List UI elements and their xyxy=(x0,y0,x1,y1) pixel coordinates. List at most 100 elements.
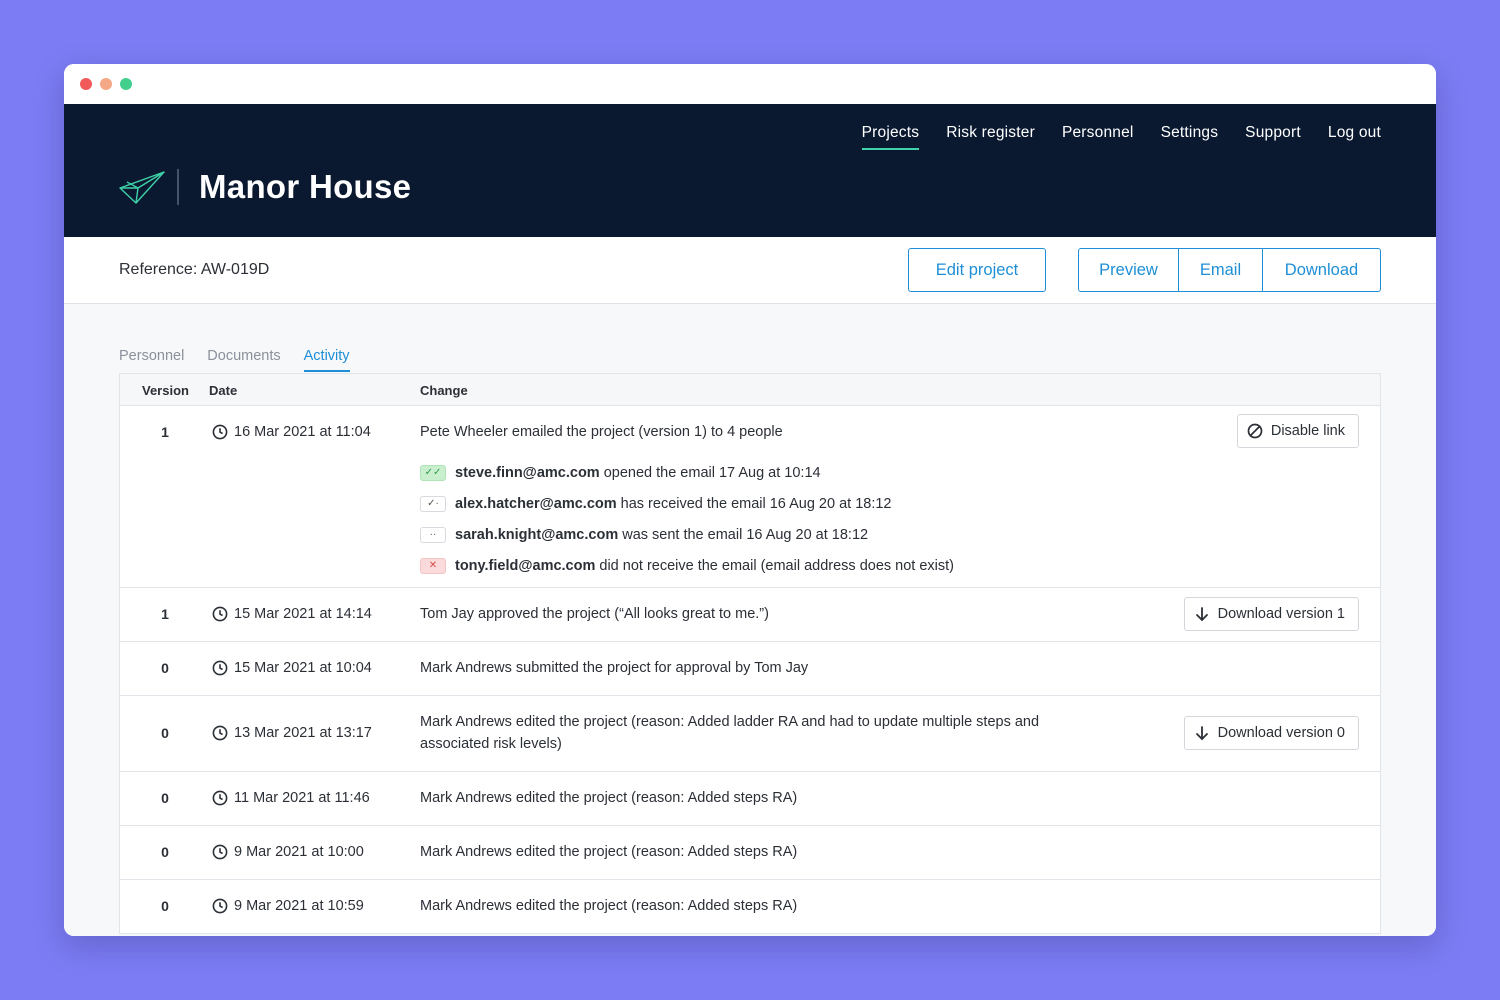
arrow-down-icon xyxy=(1195,607,1208,621)
disable-link-label: Disable link xyxy=(1270,423,1345,439)
download-button[interactable]: Download xyxy=(1263,249,1380,291)
version-cell: 0 xyxy=(161,898,169,914)
recipient-row: ✓✓ steve.finn@amc.com opened the email 1… xyxy=(420,457,954,488)
date-cell: 11 Mar 2021 at 11:46 xyxy=(212,790,370,806)
tab-documents[interactable]: Documents xyxy=(207,348,280,372)
project-toolbar: Reference: AW-019D Edit project Preview … xyxy=(64,237,1436,304)
brand-divider xyxy=(177,169,179,205)
version-cell: 0 xyxy=(161,725,169,741)
window-titlebar xyxy=(64,64,1436,104)
project-title: Manor House xyxy=(199,168,412,205)
clock-icon xyxy=(212,844,228,860)
recipient-email: tony.field@amc.com xyxy=(455,557,596,574)
project-reference: Reference: AW-019D xyxy=(119,261,270,278)
clock-icon xyxy=(212,725,228,741)
column-header-date: Date xyxy=(209,383,238,398)
change-cell: Pete Wheeler emailed the project (versio… xyxy=(420,424,783,440)
table-row: 1 15 Mar 2021 at 14:14 Tom Jay approved … xyxy=(120,588,1380,642)
table-row: 0 13 Mar 2021 at 13:17 Mark Andrews edit… xyxy=(120,696,1380,772)
change-cell: Mark Andrews edited the project (reason:… xyxy=(420,898,798,914)
change-cell: Mark Andrews edited the project (reason:… xyxy=(420,714,1040,752)
clock-icon xyxy=(212,660,228,676)
recipient-email: steve.finn@amc.com xyxy=(455,464,600,481)
table-row: 1 16 Mar 2021 at 11:04 Pete Wheeler emai… xyxy=(120,406,1380,588)
app-window: Projects Risk register Personnel Setting… xyxy=(64,64,1436,936)
version-cell: 0 xyxy=(161,844,169,860)
export-button-group: Preview Email Download xyxy=(1078,248,1381,292)
date-text: 15 Mar 2021 at 14:14 xyxy=(234,606,372,622)
disable-link-button[interactable]: Disable link xyxy=(1236,414,1359,448)
clock-icon xyxy=(212,898,228,914)
main-content: Personnel Documents Activity Version Dat… xyxy=(64,304,1436,936)
arrow-down-icon xyxy=(1195,726,1208,740)
download-version-0-button[interactable]: Download version 0 xyxy=(1183,716,1359,750)
table-row: 0 11 Mar 2021 at 11:46 Mark Andrews edit… xyxy=(120,772,1380,826)
double-check-icon: ✓✓ xyxy=(420,464,446,481)
recipient-status-text: opened the email 17 Aug at 10:14 xyxy=(603,464,821,481)
main-nav: Projects Risk register Personnel Setting… xyxy=(861,124,1381,150)
clock-icon xyxy=(212,424,228,440)
download-version-1-label: Download version 1 xyxy=(1217,606,1345,622)
nav-settings[interactable]: Settings xyxy=(1161,124,1219,150)
recipient-status-text: has received the email 16 Aug 20 at 18:1… xyxy=(620,495,892,512)
email-button[interactable]: Email xyxy=(1179,249,1263,291)
date-cell: 15 Mar 2021 at 10:04 xyxy=(212,660,372,676)
date-text: 13 Mar 2021 at 13:17 xyxy=(234,725,372,741)
table-row: 0 9 Mar 2021 at 10:59 Mark Andrews edite… xyxy=(120,880,1380,934)
email-recipients: ✓✓ steve.finn@amc.com opened the email 1… xyxy=(420,457,954,581)
recipient-email: alex.hatcher@amc.com xyxy=(455,495,617,512)
date-text: 9 Mar 2021 at 10:00 xyxy=(234,844,364,860)
column-header-change: Change xyxy=(420,383,468,398)
date-text: 9 Mar 2021 at 10:59 xyxy=(234,898,364,914)
close-window-icon[interactable] xyxy=(80,78,92,90)
change-cell: Tom Jay approved the project (“All looks… xyxy=(420,606,769,622)
nav-projects[interactable]: Projects xyxy=(861,124,920,150)
nav-support[interactable]: Support xyxy=(1245,124,1301,150)
download-version-1-button[interactable]: Download version 1 xyxy=(1183,597,1359,631)
tab-activity[interactable]: Activity xyxy=(303,348,350,372)
date-cell: 9 Mar 2021 at 10:00 xyxy=(212,844,364,860)
maximize-window-icon[interactable] xyxy=(120,78,132,90)
paper-plane-icon[interactable] xyxy=(119,169,165,205)
date-text: 11 Mar 2021 at 11:46 xyxy=(234,790,370,806)
version-cell: 1 xyxy=(161,424,169,440)
edit-project-button[interactable]: Edit project xyxy=(908,248,1046,292)
project-tabs: Personnel Documents Activity xyxy=(119,348,350,372)
nav-risk-register[interactable]: Risk register xyxy=(946,124,1035,150)
date-cell: 15 Mar 2021 at 14:14 xyxy=(212,606,372,622)
brand: Manor House xyxy=(119,168,411,206)
activity-table: Version Date Change 1 16 Mar 2021 at 11:… xyxy=(119,373,1381,934)
two-dots-icon: ·· xyxy=(420,526,446,543)
app-header: Projects Risk register Personnel Setting… xyxy=(64,104,1436,237)
recipient-email: sarah.knight@amc.com xyxy=(455,526,619,543)
change-cell: Mark Andrews edited the project (reason:… xyxy=(420,790,798,806)
date-cell: 9 Mar 2021 at 10:59 xyxy=(212,898,364,914)
recipient-row: ✓· alex.hatcher@amc.com has received the… xyxy=(420,488,954,519)
date-text: 16 Mar 2021 at 11:04 xyxy=(234,424,371,440)
recipient-status-text: was sent the email 16 Aug 20 at 18:12 xyxy=(622,526,869,543)
version-cell: 1 xyxy=(161,606,169,622)
table-row: 0 15 Mar 2021 at 10:04 Mark Andrews subm… xyxy=(120,642,1380,696)
date-text: 15 Mar 2021 at 10:04 xyxy=(234,660,372,676)
clock-icon xyxy=(212,790,228,806)
table-header: Version Date Change xyxy=(120,374,1380,406)
preview-button[interactable]: Preview xyxy=(1079,249,1179,291)
nav-personnel[interactable]: Personnel xyxy=(1062,124,1134,150)
download-version-0-label: Download version 0 xyxy=(1217,725,1345,741)
version-cell: 0 xyxy=(161,790,169,806)
column-header-version: Version xyxy=(142,383,189,398)
check-dot-icon: ✓· xyxy=(420,495,446,512)
x-mark-icon: ✕ xyxy=(420,557,446,574)
recipient-row: ·· sarah.knight@amc.com was sent the ema… xyxy=(420,519,954,550)
nav-log-out[interactable]: Log out xyxy=(1328,124,1381,150)
change-cell: Mark Andrews submitted the project for a… xyxy=(420,660,809,676)
minimize-window-icon[interactable] xyxy=(100,78,112,90)
date-cell: 13 Mar 2021 at 13:17 xyxy=(212,725,372,741)
date-cell: 16 Mar 2021 at 11:04 xyxy=(212,424,371,440)
ban-icon xyxy=(1247,423,1263,439)
table-row: 0 9 Mar 2021 at 10:00 Mark Andrews edite… xyxy=(120,826,1380,880)
change-cell: Mark Andrews edited the project (reason:… xyxy=(420,844,798,860)
recipient-status-text: did not receive the email (email address… xyxy=(599,557,954,574)
clock-icon xyxy=(212,606,228,622)
tab-personnel[interactable]: Personnel xyxy=(119,348,184,372)
